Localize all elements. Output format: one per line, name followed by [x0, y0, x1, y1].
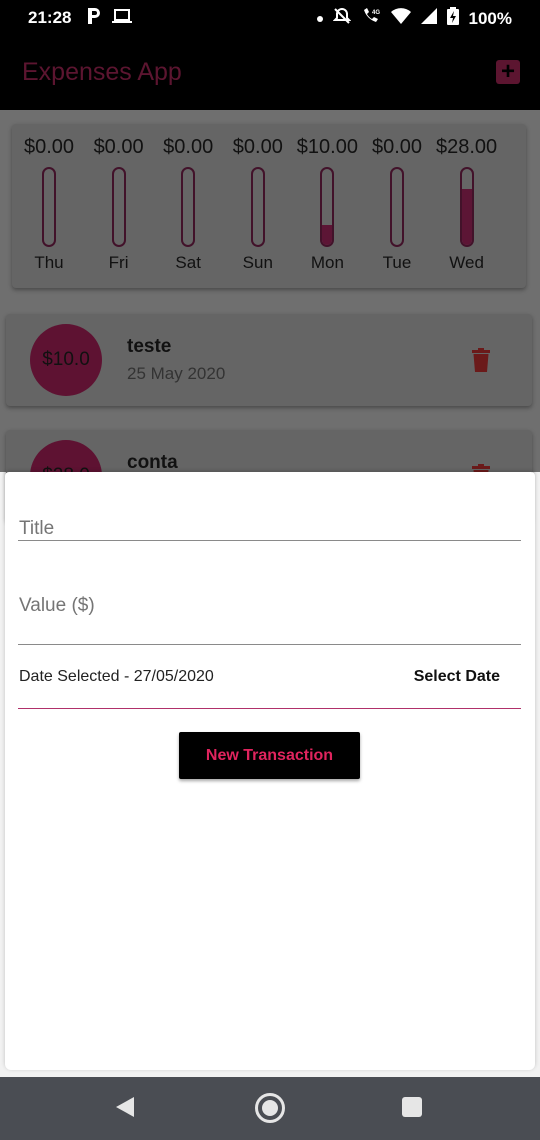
bar-day-label: Fri — [108, 253, 129, 272]
bar-day-label: Sat — [175, 253, 201, 272]
chart-bar-thu: $0.00 Thu — [14, 136, 84, 273]
back-icon[interactable] — [116, 1097, 134, 1117]
chart-bar-sat: $0.00 Sat — [153, 136, 223, 273]
bar-day-label: Sun — [242, 253, 273, 272]
plus-box-icon[interactable]: + — [496, 60, 520, 84]
value-field[interactable]: Value ($) — [18, 567, 521, 645]
status-time: 21:28 — [28, 8, 72, 27]
background-page: $0.00 Thu $0.00 Fri $0.00 Sat $0.00 Sun $10.00 Mo… — [0, 110, 540, 522]
value-field-placeholder: Value ($) — [19, 595, 95, 616]
select-date-button[interactable]: Select Date — [414, 668, 500, 686]
wifi-icon — [390, 8, 411, 29]
bar-value-label: $0.00 — [371, 136, 423, 158]
bar-value-label: $0.00 — [93, 136, 144, 158]
transaction-title: conta — [127, 452, 178, 473]
bar-day-label: Mon — [310, 253, 344, 272]
bar-value-label: $0.00 — [232, 136, 283, 158]
bar-day-label: Thu — [34, 253, 64, 272]
bar-fill — [461, 189, 472, 245]
title-field-placeholder: Title — [19, 518, 55, 539]
bar-track — [320, 167, 335, 247]
parking-icon — [86, 7, 102, 30]
app-bar: Expenses App + — [0, 36, 540, 110]
mute-icon — [332, 7, 351, 30]
bar-value-label: $28.00 — [436, 136, 498, 158]
chart-bar-tue: $0.00 Tue — [362, 136, 432, 273]
bar-day-label: Tue — [382, 253, 412, 272]
chart-bar-mon: $10.00 Mon — [292, 136, 362, 273]
volte-call-icon: 4G — [361, 7, 381, 30]
battery-charging-icon — [446, 7, 459, 30]
bar-day-label: Wed — [449, 253, 484, 272]
bar-fill — [322, 225, 333, 245]
weekly-chart: $0.00 Thu $0.00 Fri $0.00 Sat $0.00 Sun $10.00 Mo… — [12, 124, 526, 288]
new-transaction-button[interactable]: New Transaction — [179, 732, 360, 779]
system-nav-bar — [0, 1077, 540, 1140]
transaction-amount-avatar: $10.0 — [30, 324, 102, 396]
bar-value-label: $10.00 — [296, 136, 358, 158]
new-transaction-sheet: Title Value ($) Date Selected - 27/05/20… — [5, 472, 535, 1070]
bar-value-label: $0.00 — [163, 136, 214, 158]
bar-track — [459, 167, 474, 247]
bar-track — [42, 167, 56, 247]
trash-icon[interactable] — [472, 348, 490, 372]
transaction-title: teste — [127, 336, 172, 357]
transaction-date: 25 May 2020 — [127, 364, 226, 383]
laptop-icon — [112, 8, 132, 29]
chart-bar-fri: $0.00 Fri — [84, 136, 154, 273]
bar-value-label: $0.00 — [23, 136, 75, 158]
battery-percent: 100% — [468, 8, 512, 28]
bar-track — [181, 167, 196, 247]
status-bar: 21:28 4G 100% — [0, 0, 540, 36]
recents-icon[interactable] — [402, 1097, 422, 1117]
chart-bar-sun: $0.00 Sun — [223, 136, 293, 273]
notification-dot-icon — [316, 15, 323, 22]
home-icon[interactable] — [255, 1093, 285, 1123]
bar-track — [250, 167, 265, 247]
title-field[interactable]: Title — [18, 490, 521, 541]
bar-track — [111, 167, 126, 247]
signal-icon — [420, 8, 437, 29]
bar-track — [390, 167, 404, 247]
svg-text:4G: 4G — [372, 10, 380, 16]
app-title: Expenses App — [22, 58, 182, 86]
date-row: Date Selected - 27/05/2020 Select Date — [18, 650, 521, 709]
transaction-card: $10.0 teste 25 May 2020 — [6, 314, 532, 406]
date-selected-text: Date Selected - 27/05/2020 — [19, 668, 214, 685]
chart-bar-wed: $28.00 Wed — [432, 136, 502, 273]
